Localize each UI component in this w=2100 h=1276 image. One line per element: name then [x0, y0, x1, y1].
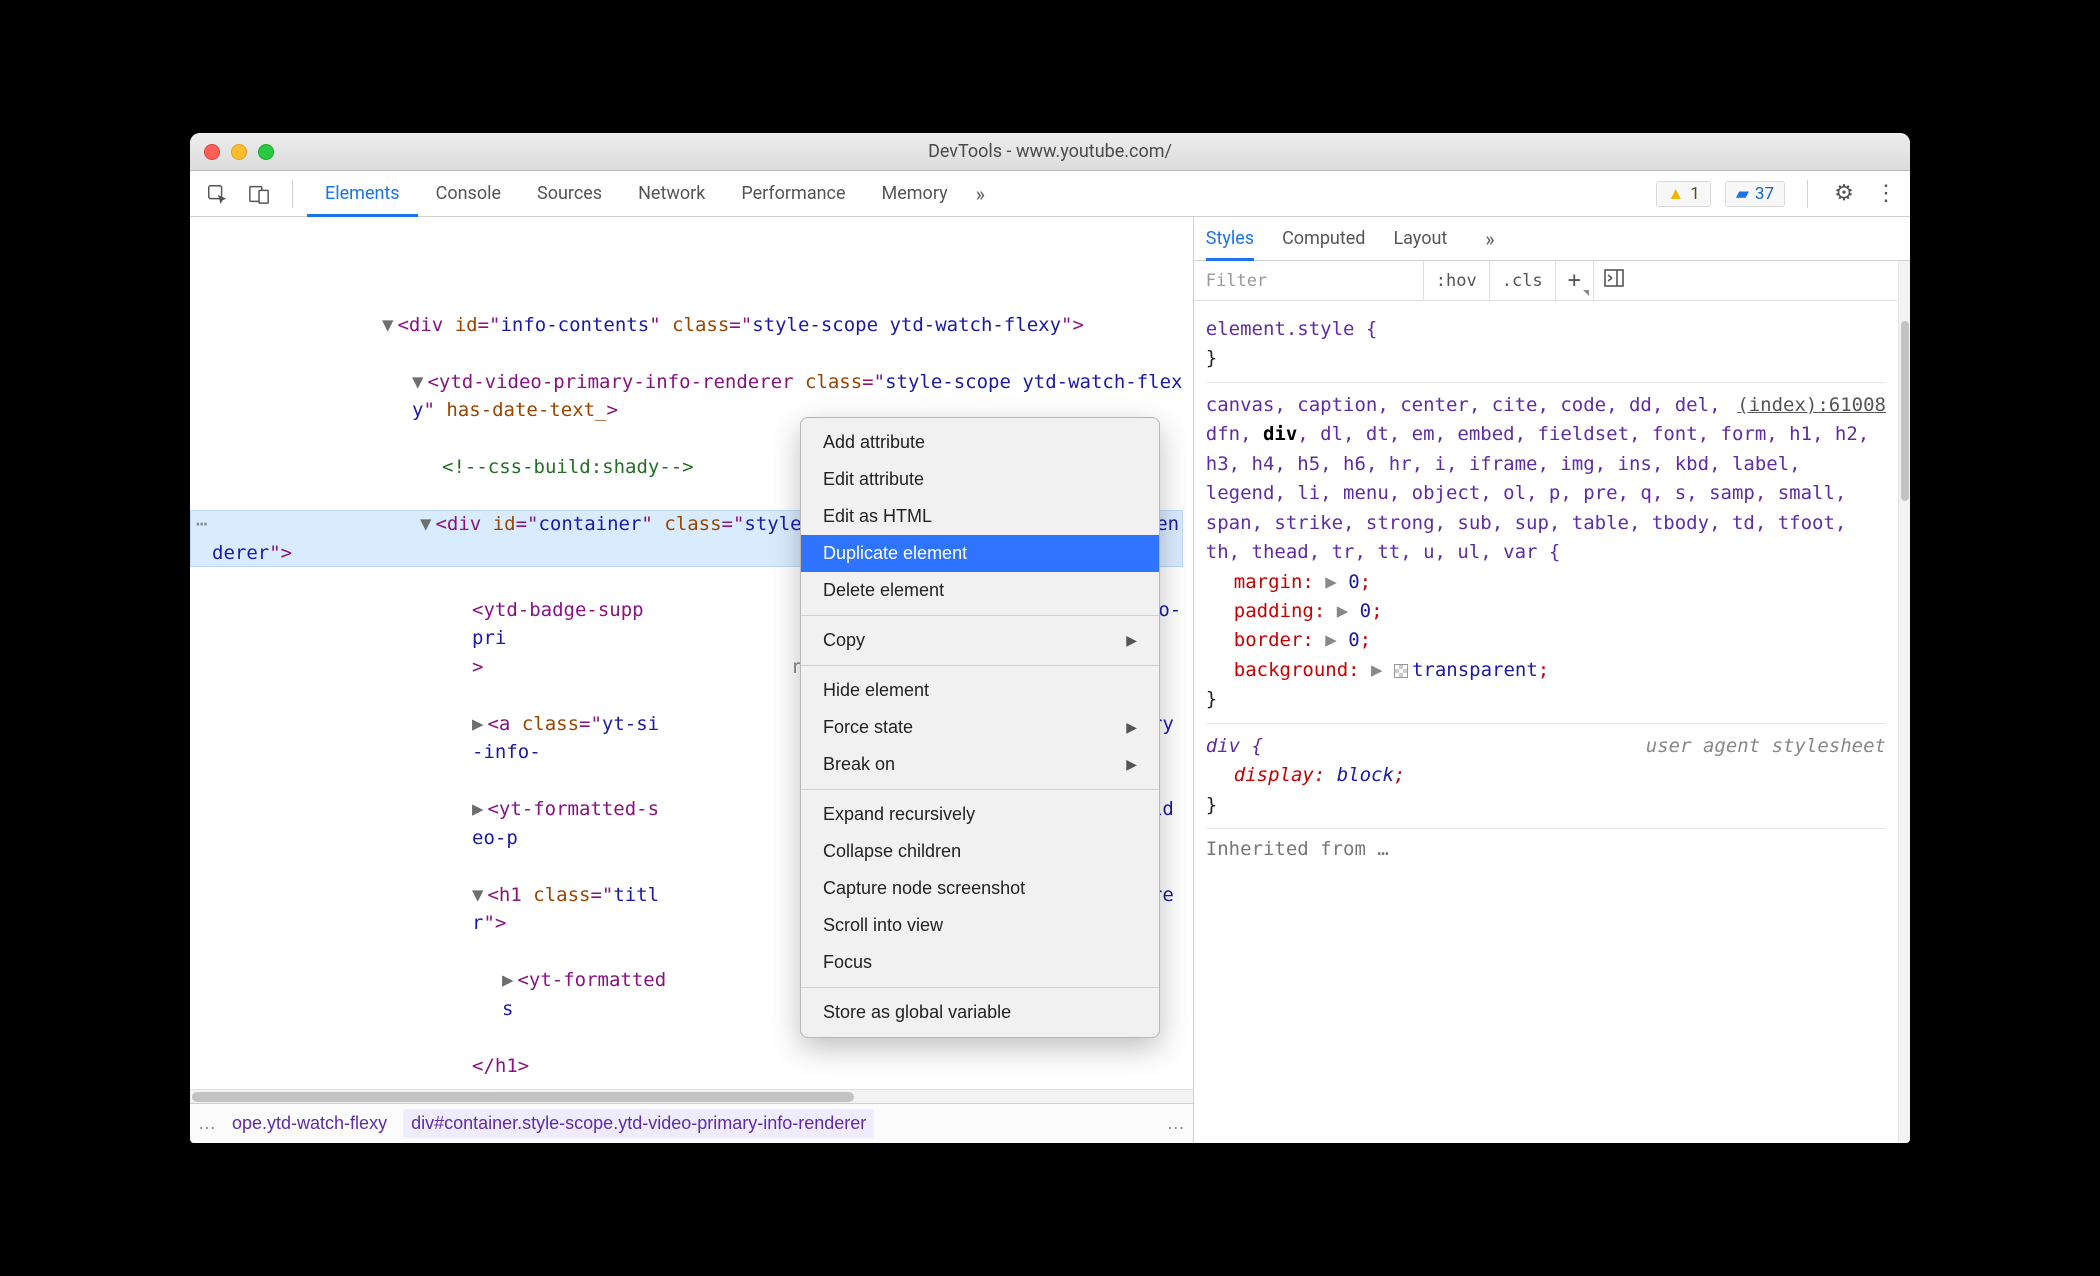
inspect-element-icon[interactable] [200, 177, 234, 211]
submenu-arrow-icon: ▶ [1126, 754, 1137, 775]
device-toggle-icon[interactable] [242, 177, 276, 211]
tab-computed[interactable]: Computed [1282, 217, 1365, 260]
css-declaration[interactable]: border: ▶ 0; [1206, 626, 1886, 655]
styles-tabs: Styles Computed Layout » [1194, 217, 1910, 261]
context-menu-item[interactable]: Hide element [801, 672, 1159, 709]
toggle-sidebar-icon[interactable] [1594, 269, 1634, 292]
warning-count: 1 [1690, 184, 1700, 204]
tab-performance[interactable]: Performance [723, 171, 863, 216]
context-menu-item[interactable]: Delete element [801, 572, 1159, 609]
submenu-arrow-icon: ▶ [1126, 630, 1137, 651]
css-declaration[interactable]: margin: ▶ 0; [1206, 568, 1886, 597]
context-menu-item[interactable]: Force state▶ [801, 709, 1159, 746]
submenu-arrow-icon: ▶ [1126, 717, 1137, 738]
tab-console[interactable]: Console [418, 171, 519, 216]
context-menu-item[interactable]: Edit attribute [801, 461, 1159, 498]
context-menu-item[interactable]: Duplicate element [801, 535, 1159, 572]
source-link[interactable]: (index):61008 [1737, 391, 1886, 420]
message-badge[interactable]: ▰ 37 [1725, 181, 1785, 207]
warning-icon: ▲ [1667, 184, 1684, 204]
ua-rule[interactable]: user agent stylesheet div { display: blo… [1206, 724, 1886, 829]
context-menu-item[interactable]: Capture node screenshot [801, 870, 1159, 907]
element-style-rule[interactable]: element.style { } [1206, 307, 1886, 383]
elements-panel: ▼<div id="info-contents" class="style-sc… [190, 217, 1194, 1143]
css-declaration[interactable]: background: ▶ transparent; [1206, 656, 1886, 685]
dom-node[interactable]: ▼<div id="info-contents" class="style-sc… [212, 311, 1183, 340]
dom-tree[interactable]: ▼<div id="info-contents" class="style-sc… [190, 217, 1193, 1089]
context-menu-item[interactable]: Add attribute [801, 424, 1159, 461]
css-rule[interactable]: (index):61008 canvas, caption, center, c… [1206, 383, 1886, 724]
warning-badge[interactable]: ▲ 1 [1656, 181, 1710, 207]
message-count: 37 [1755, 184, 1774, 204]
context-menu-item[interactable]: Break on▶ [801, 746, 1159, 783]
new-rule-button[interactable]: + [1556, 261, 1594, 300]
tab-elements[interactable]: Elements [307, 171, 418, 216]
gear-icon[interactable]: ⚙ [1830, 181, 1858, 206]
context-menu-item[interactable]: Store as global variable [801, 994, 1159, 1031]
tab-styles[interactable]: Styles [1206, 217, 1254, 260]
context-menu-item[interactable]: Focus [801, 944, 1159, 981]
kebab-menu-icon[interactable]: ⋮ [1872, 181, 1900, 206]
dom-node[interactable]: ▼<ytd-video-primary-info-renderer class=… [212, 368, 1183, 425]
tab-memory[interactable]: Memory [864, 171, 966, 216]
styles-panel: Styles Computed Layout » Filter :hov .cl… [1194, 217, 1910, 1143]
vertical-scrollbar[interactable] [1898, 261, 1910, 1143]
hov-button[interactable]: :hov [1424, 261, 1490, 300]
breadcrumb-item[interactable]: ope.ytd-watch-flexy [224, 1109, 395, 1138]
main-toolbar: Elements Console Sources Network Perform… [190, 171, 1910, 217]
window-title: DevTools - www.youtube.com/ [190, 141, 1910, 162]
context-menu-item[interactable]: Edit as HTML [801, 498, 1159, 535]
ua-label: user agent stylesheet [1646, 732, 1886, 761]
titlebar: DevTools - www.youtube.com/ [190, 133, 1910, 171]
context-menu: Add attributeEdit attributeEdit as HTMLD… [800, 417, 1160, 1038]
styles-filter-input[interactable]: Filter [1194, 261, 1424, 300]
styles-toolbar: Filter :hov .cls + [1194, 261, 1898, 301]
context-menu-separator [801, 615, 1159, 616]
tab-layout[interactable]: Layout [1393, 217, 1447, 260]
tab-sources[interactable]: Sources [519, 171, 620, 216]
breadcrumb: … ope.ytd-watch-flexy div#container.styl… [190, 1103, 1193, 1143]
context-menu-item[interactable]: Scroll into view [801, 907, 1159, 944]
crumb-ellipsis[interactable]: … [198, 1113, 216, 1134]
css-declaration[interactable]: padding: ▶ 0; [1206, 597, 1886, 626]
horizontal-scrollbar[interactable] [190, 1089, 1193, 1103]
more-panels-icon[interactable]: » [976, 182, 985, 206]
context-menu-item[interactable]: Expand recursively [801, 796, 1159, 833]
cls-button[interactable]: .cls [1490, 261, 1556, 300]
styles-rules[interactable]: element.style { } (index):61008 canvas, … [1194, 301, 1898, 1143]
tab-network[interactable]: Network [620, 171, 723, 216]
context-menu-separator [801, 665, 1159, 666]
dom-node[interactable]: </h1> [212, 1052, 1183, 1081]
context-menu-item[interactable]: Copy▶ [801, 622, 1159, 659]
context-menu-separator [801, 789, 1159, 790]
breadcrumb-item-active[interactable]: div#container.style-scope.ytd-video-prim… [403, 1109, 874, 1138]
more-styles-tabs-icon[interactable]: » [1485, 227, 1494, 251]
crumb-ellipsis[interactable]: … [1167, 1113, 1185, 1134]
devtools-window: DevTools - www.youtube.com/ Elements Con… [190, 133, 1910, 1143]
message-icon: ▰ [1736, 184, 1749, 204]
panel-tabs: Elements Console Sources Network Perform… [307, 171, 985, 216]
context-menu-item[interactable]: Collapse children [801, 833, 1159, 870]
context-menu-separator [801, 987, 1159, 988]
inherited-from[interactable]: Inherited from … [1206, 829, 1886, 870]
